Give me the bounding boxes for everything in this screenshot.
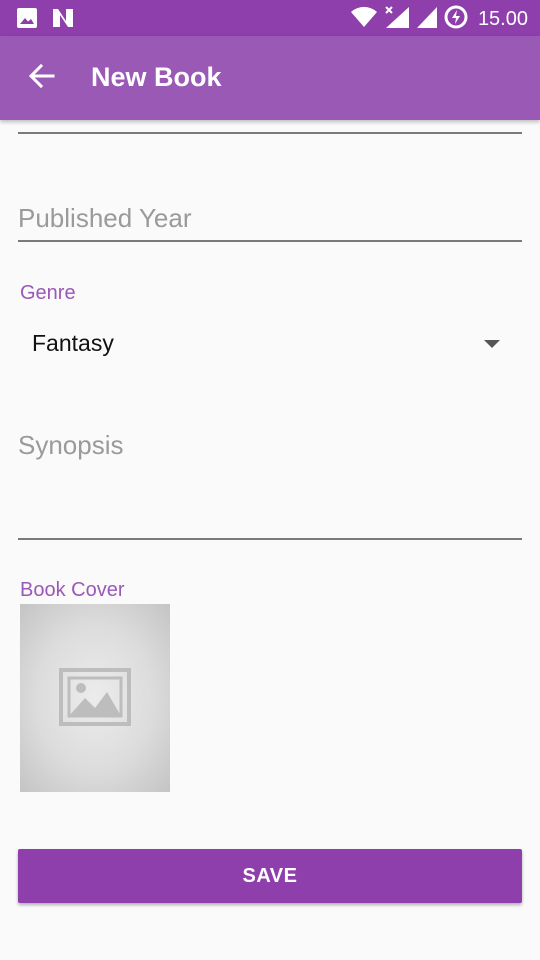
app-bar: New Book — [0, 36, 540, 120]
status-icons: 15.00 — [350, 5, 528, 34]
genre-selected-value: Fantasy — [32, 330, 114, 356]
book-cover-image[interactable] — [20, 604, 170, 792]
image-placeholder-icon — [59, 668, 131, 733]
status-time: 15.00 — [477, 8, 528, 30]
n-icon — [51, 7, 75, 34]
page-title: New Book — [91, 62, 222, 92]
genre-dropdown[interactable]: Fantasy — [18, 318, 522, 370]
signal-icon — [416, 5, 438, 34]
book-cover-label: Book Cover — [20, 579, 125, 601]
genre-label: Genre — [20, 282, 76, 304]
published-year-field[interactable] — [18, 196, 522, 242]
save-button[interactable]: SAVE — [18, 849, 522, 903]
status-bar: 15.00 — [0, 0, 540, 36]
wifi-icon — [350, 5, 378, 34]
previous-field-underline — [18, 132, 522, 134]
synopsis-field[interactable] — [18, 426, 522, 540]
arrow-back-icon — [28, 63, 55, 94]
signal-x-icon — [384, 5, 410, 34]
image-icon — [16, 7, 38, 34]
dropdown-arrow-icon — [484, 340, 500, 348]
form-content: Genre Fantasy Book Cover SAVE — [0, 120, 540, 960]
back-button[interactable] — [20, 58, 64, 98]
battery-charging-icon — [444, 5, 468, 34]
